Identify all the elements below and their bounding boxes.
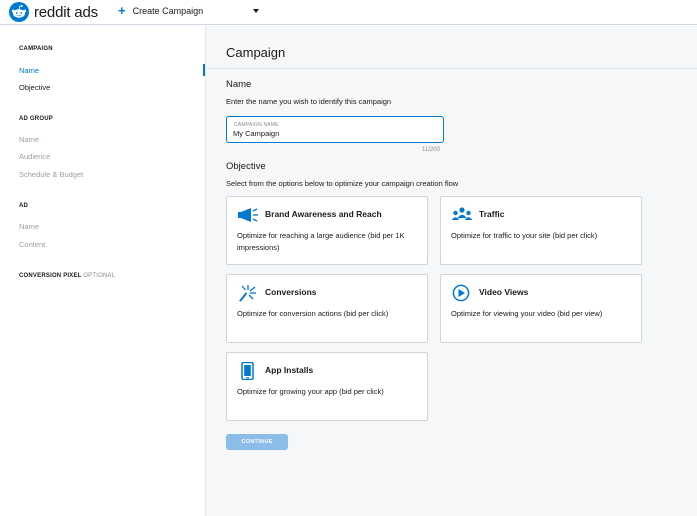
sidebar-section-conversion-pixel[interactable]: CONVERSION PIXEL OPTIONAL xyxy=(19,273,115,279)
logo-ads-word: ads xyxy=(74,3,98,21)
sidebar-item-objective[interactable]: Objective xyxy=(19,83,50,92)
sidebar-section-ad-group: AD GROUP xyxy=(19,116,53,122)
phone-icon xyxy=(241,362,254,380)
logo-text: reddit ads xyxy=(34,4,98,21)
top-bar: reddit ads + Create Campaign xyxy=(0,0,697,25)
card-title: Brand Awareness and Reach xyxy=(265,209,382,219)
objective-description: Select from the options below to optimiz… xyxy=(226,179,459,188)
sidebar-item-schedule-budget[interactable]: Schedule & Budget xyxy=(19,170,83,179)
card-description: Optimize for viewing your video (bid per… xyxy=(451,309,603,318)
divider xyxy=(206,68,697,69)
card-description: Optimize for growing your app (bid per c… xyxy=(237,387,384,396)
sidebar-section-campaign: CAMPAIGN xyxy=(19,46,53,52)
objective-card-traffic[interactable]: Traffic Optimize for traffic to your sit… xyxy=(440,196,642,265)
main-content: Campaign Name Enter the name you wish to… xyxy=(206,26,697,516)
optional-label: OPTIONAL xyxy=(83,273,116,279)
create-campaign-label: Create Campaign xyxy=(132,6,204,16)
sidebar-item-ad-name[interactable]: Name xyxy=(19,222,39,231)
character-counter: 11/200 xyxy=(422,147,440,153)
chevron-down-icon[interactable] xyxy=(253,9,259,13)
plus-icon: + xyxy=(118,3,126,18)
snoo-logo-icon xyxy=(9,2,29,22)
card-title: Video Views xyxy=(479,287,529,297)
play-icon xyxy=(452,284,470,302)
card-description: Optimize for reaching a large audience (… xyxy=(237,231,405,252)
card-title: Conversions xyxy=(265,287,317,297)
sidebar: CAMPAIGN Name Objective AD GROUP Name Au… xyxy=(0,26,206,516)
sidebar-item-adgroup-name[interactable]: Name xyxy=(19,135,39,144)
objective-card-app-installs[interactable]: App Installs Optimize for growing your a… xyxy=(226,352,428,421)
objective-card-video-views[interactable]: Video Views Optimize for viewing your vi… xyxy=(440,274,642,343)
name-heading: Name xyxy=(226,79,252,90)
campaign-name-input[interactable] xyxy=(233,129,433,138)
name-description: Enter the name you wish to identify this… xyxy=(226,97,392,106)
logo-word: reddit xyxy=(34,3,71,21)
sidebar-item-campaign-name[interactable]: Name xyxy=(19,66,39,75)
objective-card-brand-awareness[interactable]: Brand Awareness and Reach Optimize for r… xyxy=(226,196,428,265)
conversion-pixel-label: CONVERSION PIXEL xyxy=(19,273,82,279)
active-indicator xyxy=(203,64,205,76)
campaign-name-label: CAMPAIGN NAME xyxy=(234,122,279,128)
cursor-click-icon xyxy=(239,285,256,302)
reddit-ads-logo[interactable]: reddit ads xyxy=(9,2,98,22)
sidebar-section-ad: AD xyxy=(19,203,29,209)
continue-button[interactable]: CONTINUE xyxy=(226,434,288,450)
campaign-name-field[interactable]: CAMPAIGN NAME xyxy=(226,116,444,143)
card-title: App Installs xyxy=(265,365,314,375)
objective-card-conversions[interactable]: Conversions Optimize for conversion acti… xyxy=(226,274,428,343)
create-campaign-button[interactable]: + Create Campaign xyxy=(118,3,204,18)
objective-heading: Objective xyxy=(226,161,266,172)
megaphone-icon xyxy=(238,208,258,222)
card-description: Optimize for traffic to your site (bid p… xyxy=(451,231,598,240)
page-title: Campaign xyxy=(226,45,286,60)
card-title: Traffic xyxy=(479,209,505,219)
card-description: Optimize for conversion actions (bid per… xyxy=(237,309,389,318)
people-icon xyxy=(451,207,473,220)
sidebar-item-content[interactable]: Content xyxy=(19,240,45,249)
sidebar-item-audience[interactable]: Audience xyxy=(19,152,50,161)
